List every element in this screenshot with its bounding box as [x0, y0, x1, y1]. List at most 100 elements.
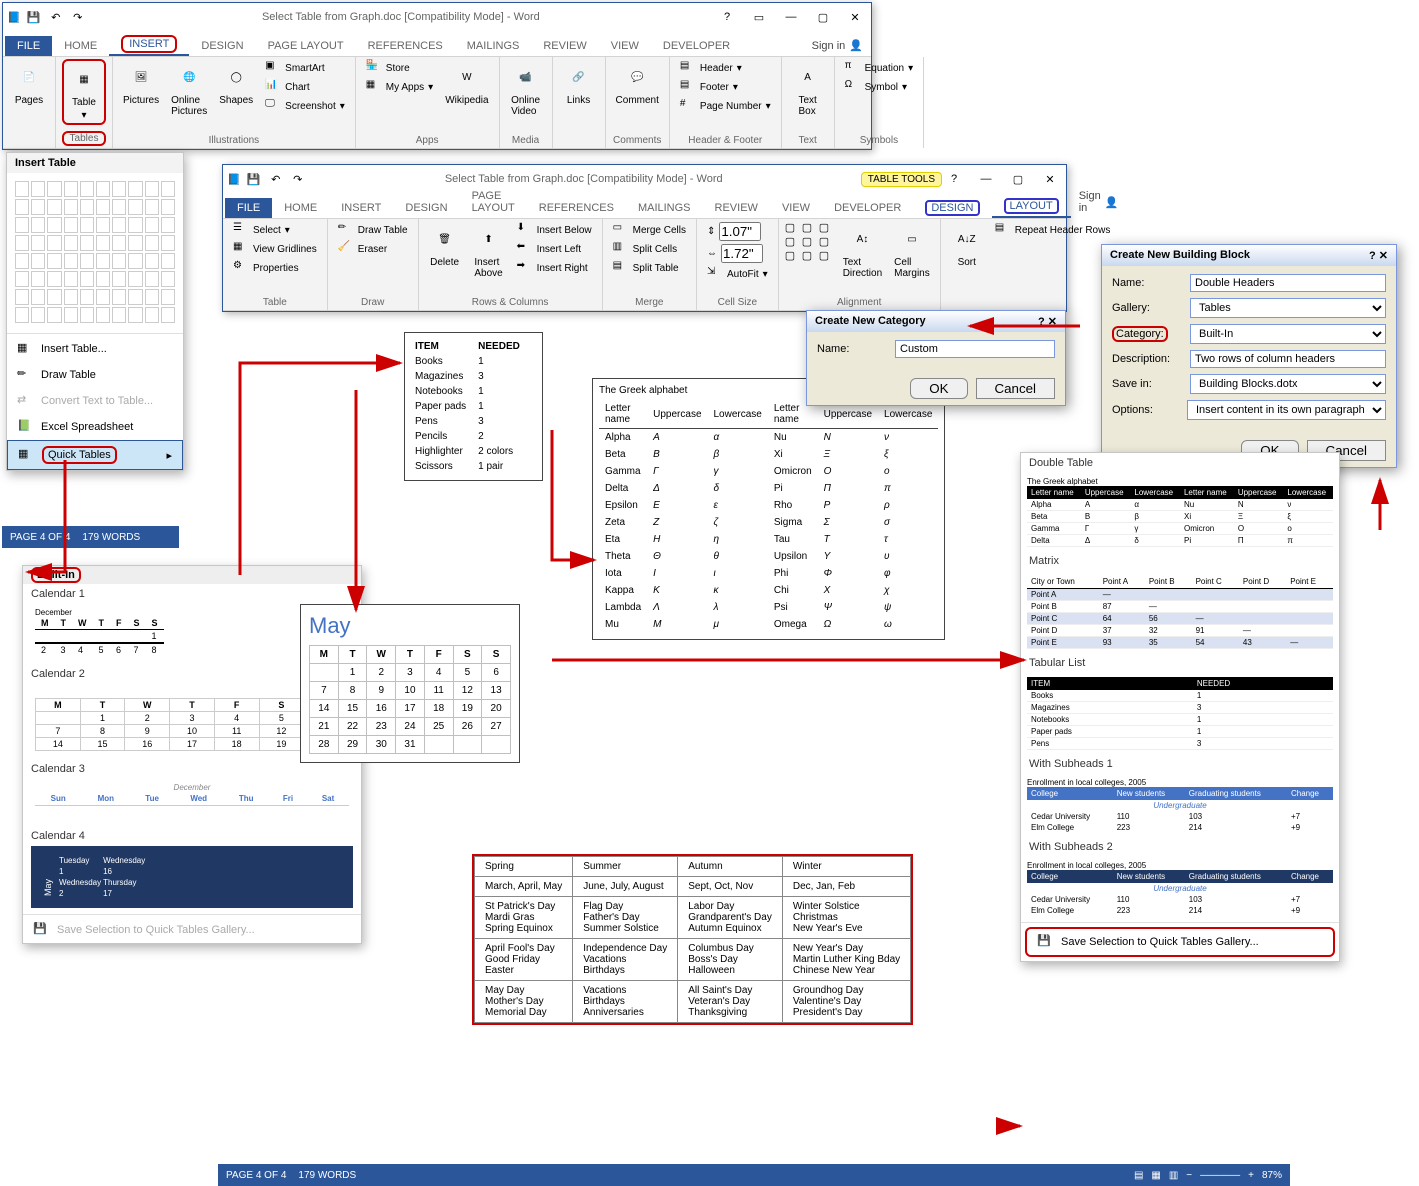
save-icon-2[interactable]: 💾 [245, 170, 263, 188]
view-web-icon[interactable]: ▥ [1169, 1170, 1178, 1181]
gallery-calendar-4[interactable]: Calendar 4 May TuesdayWednesday 116 Wedn… [23, 826, 361, 912]
align-tl-icon[interactable]: ▢ [785, 221, 801, 234]
words-status[interactable]: 179 WORDS [82, 532, 140, 543]
pages-button[interactable]: 📄Pages [9, 59, 49, 108]
symbol-button[interactable]: ΩSymbol ▾ [841, 78, 918, 96]
tab-view[interactable]: VIEW [599, 36, 651, 56]
select-button[interactable]: ☰Select ▾ [229, 221, 321, 239]
eraser-button[interactable]: 🧹Eraser [334, 240, 412, 258]
row-height-spinner[interactable]: ⇕ [703, 221, 772, 242]
col-width-spinner[interactable]: ⇔ [703, 243, 772, 264]
tab-insert-2[interactable]: INSERT [329, 198, 393, 218]
help-icon-2[interactable]: ? [942, 169, 966, 189]
split-table-button[interactable]: ▤Split Table [609, 259, 690, 277]
tab-table-design[interactable]: DESIGN [913, 198, 991, 218]
tab-developer[interactable]: DEVELOPER [651, 36, 742, 56]
dialog-close-icon[interactable]: ? ✕ [1038, 315, 1057, 328]
insert-right-button[interactable]: ➡Insert Right [513, 259, 596, 277]
signin-2[interactable]: Sign in 👤 [1071, 186, 1127, 218]
merge-cells-button[interactable]: ▭Merge Cells [609, 221, 690, 239]
bb-desc-input[interactable] [1190, 350, 1386, 368]
cc-cancel-button[interactable]: Cancel [976, 378, 1056, 399]
draw-table-button[interactable]: ✏Draw Table [334, 221, 412, 239]
insert-above-button[interactable]: ⬆Insert Above [469, 221, 509, 281]
page-number-button[interactable]: #Page Number ▾ [676, 97, 775, 115]
repeat-header-button[interactable]: ▤Repeat Header Rows [991, 221, 1115, 239]
tab-references[interactable]: REFERENCES [356, 36, 455, 56]
sort-button[interactable]: A↓ZSort [947, 221, 987, 270]
online-video-button[interactable]: 📹Online Video [506, 59, 546, 119]
smartart-button[interactable]: ▣SmartArt [261, 59, 349, 77]
align-bc-icon[interactable]: ▢ [802, 249, 818, 262]
rgal-matrix[interactable]: Matrix [1021, 551, 1339, 571]
cell-margins-button[interactable]: ▭Cell Margins [890, 221, 934, 281]
bb-name-input[interactable] [1190, 274, 1386, 292]
maximize-icon[interactable]: ▢ [811, 7, 835, 27]
alignment-grid[interactable]: ▢▢▢ ▢▢▢ ▢▢▢ [785, 221, 835, 262]
zoom-in-icon[interactable]: + [1248, 1170, 1254, 1181]
tab-mailings-2[interactable]: MAILINGS [626, 198, 703, 218]
view-print-icon[interactable]: ▦ [1151, 1170, 1160, 1181]
cc-name-input[interactable] [895, 340, 1055, 358]
autofit-button[interactable]: ⇲AutoFit ▾ [703, 265, 772, 283]
maximize-icon-2[interactable]: ▢ [1006, 169, 1030, 189]
align-tc-icon[interactable]: ▢ [802, 221, 818, 234]
redo-icon-2[interactable]: ↷ [289, 170, 307, 188]
dd-quick-tables[interactable]: ▦Quick Tables▸ [7, 440, 183, 470]
delete-button[interactable]: 🗑Delete [425, 221, 465, 270]
split-cells-button[interactable]: ▥Split Cells [609, 240, 690, 258]
bb-close-icon[interactable]: ? ✕ [1369, 249, 1388, 262]
tab-file[interactable]: FILE [5, 36, 52, 56]
zoom-out-icon[interactable]: − [1186, 1170, 1192, 1181]
tab-page-layout-2[interactable]: PAGE LAYOUT [460, 186, 527, 218]
pictures-button[interactable]: 🖼Pictures [119, 59, 163, 108]
header-button[interactable]: ▤Header ▾ [676, 59, 775, 77]
redo-icon[interactable]: ↷ [69, 8, 87, 26]
tab-references-2[interactable]: REFERENCES [527, 198, 626, 218]
tab-mailings[interactable]: MAILINGS [455, 36, 532, 56]
tab-review-2[interactable]: REVIEW [703, 198, 770, 218]
align-ml-icon[interactable]: ▢ [785, 235, 801, 248]
bb-savein-select[interactable]: Building Blocks.dotx [1190, 374, 1386, 394]
align-mr-icon[interactable]: ▢ [819, 235, 835, 248]
rgal-greek-preview[interactable]: The Greek alphabet Letter nameUppercaseL… [1021, 473, 1339, 551]
words-status-2[interactable]: 179 WORDS [298, 1170, 356, 1181]
tab-developer-2[interactable]: DEVELOPER [822, 198, 913, 218]
rgal-double-table[interactable]: Double Table [1021, 453, 1339, 473]
page-status[interactable]: PAGE 4 OF 4 [10, 532, 70, 543]
tab-home[interactable]: HOME [52, 36, 109, 56]
undo-icon[interactable]: ↶ [47, 8, 65, 26]
bb-category-select[interactable]: Built-In [1190, 324, 1386, 344]
undo-icon-2[interactable]: ↶ [267, 170, 285, 188]
wikipedia-button[interactable]: WWikipedia [441, 59, 492, 108]
dd-excel-spreadsheet[interactable]: 📗Excel Spreadsheet [7, 414, 183, 440]
close-icon[interactable]: ✕ [843, 7, 867, 27]
online-pictures-button[interactable]: 🌐Online Pictures [167, 59, 211, 119]
chart-button[interactable]: 📊Chart [261, 78, 349, 96]
dd-insert-table[interactable]: ▦Insert Table... [7, 336, 183, 362]
tab-table-layout[interactable]: LAYOUT [992, 196, 1071, 218]
page-status-2[interactable]: PAGE 4 OF 4 [226, 1170, 286, 1181]
properties-button[interactable]: ⚙Properties [229, 259, 321, 277]
cc-ok-button[interactable]: OK [910, 378, 967, 399]
links-button[interactable]: 🔗Links [559, 59, 599, 108]
myapps-button[interactable]: ▦My Apps ▾ [362, 78, 437, 96]
align-tr-icon[interactable]: ▢ [819, 221, 835, 234]
table-button[interactable]: ▦Table▾ [62, 59, 106, 125]
align-bl-icon[interactable]: ▢ [785, 249, 801, 262]
rgal-tabular[interactable]: Tabular List [1021, 653, 1339, 673]
tab-file-2[interactable]: FILE [225, 198, 272, 218]
tab-view-2[interactable]: VIEW [770, 198, 822, 218]
tab-insert[interactable]: INSERT [109, 34, 189, 56]
rgal-save-selection[interactable]: 💾Save Selection to Quick Tables Gallery.… [1025, 927, 1335, 957]
bb-gallery-select[interactable]: Tables [1190, 298, 1386, 318]
equation-button[interactable]: πEquation ▾ [841, 59, 918, 77]
minimize-icon-2[interactable]: — [974, 169, 998, 189]
signin[interactable]: Sign in 👤 [804, 35, 871, 56]
table-grid[interactable] [7, 173, 183, 331]
save-icon[interactable]: 💾 [25, 8, 43, 26]
footer-button[interactable]: ▤Footer ▾ [676, 78, 775, 96]
comment-button[interactable]: 💬Comment [612, 59, 663, 108]
tab-page-layout[interactable]: PAGE LAYOUT [256, 36, 356, 56]
minimize-icon[interactable]: — [779, 7, 803, 27]
